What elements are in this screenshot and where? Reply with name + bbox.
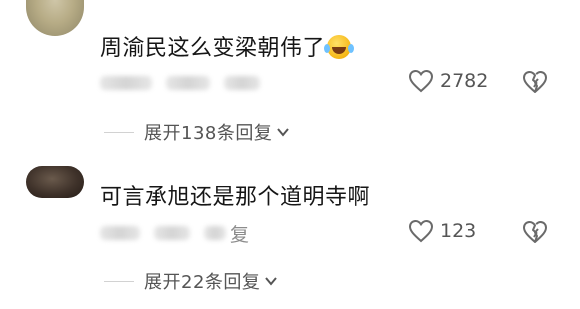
reply-link[interactable]: 复 xyxy=(230,220,249,247)
comment-text-content: 可言承旭还是那个道明寺啊 xyxy=(100,185,371,210)
blurred-timestamp xyxy=(100,226,140,240)
expand-replies-label: 展开138条回复 xyxy=(144,123,273,144)
avatar[interactable] xyxy=(26,0,84,36)
comment-meta xyxy=(100,73,260,93)
broken-heart-icon xyxy=(523,71,547,93)
comment-text-content: 周渝民这么变梁朝伟了 xyxy=(100,36,326,61)
divider-line xyxy=(104,280,134,282)
like-button[interactable]: 2782 xyxy=(408,69,488,93)
expand-replies-button[interactable]: 展开138条回复 xyxy=(104,119,291,145)
comment-text: 周渝民这么变梁朝伟了 xyxy=(100,30,352,62)
chevron-down-icon xyxy=(277,128,290,137)
laughing-emoji-icon xyxy=(324,35,352,59)
blurred-reply-link[interactable] xyxy=(224,76,260,90)
avatar[interactable] xyxy=(26,166,84,198)
expand-replies-button[interactable]: 展开22条回复 xyxy=(104,268,279,294)
divider-line xyxy=(104,131,134,133)
blurred-timestamp xyxy=(100,76,152,90)
blurred-location xyxy=(154,226,190,240)
like-button[interactable]: 123 xyxy=(408,219,476,243)
blurred-location xyxy=(166,76,210,90)
blurred-reply-link xyxy=(204,226,226,240)
dislike-button[interactable] xyxy=(522,70,548,98)
like-count: 2782 xyxy=(440,70,489,92)
heart-icon xyxy=(408,69,434,93)
broken-heart-icon xyxy=(523,221,547,243)
comment-meta: 复 xyxy=(100,223,249,246)
like-count: 123 xyxy=(440,220,477,242)
expand-replies-label: 展开22条回复 xyxy=(144,272,261,293)
comment-text: 可言承旭还是那个道明寺啊 xyxy=(100,179,370,211)
dislike-button[interactable] xyxy=(522,220,548,248)
heart-icon xyxy=(408,219,434,243)
chevron-down-icon xyxy=(265,277,278,286)
